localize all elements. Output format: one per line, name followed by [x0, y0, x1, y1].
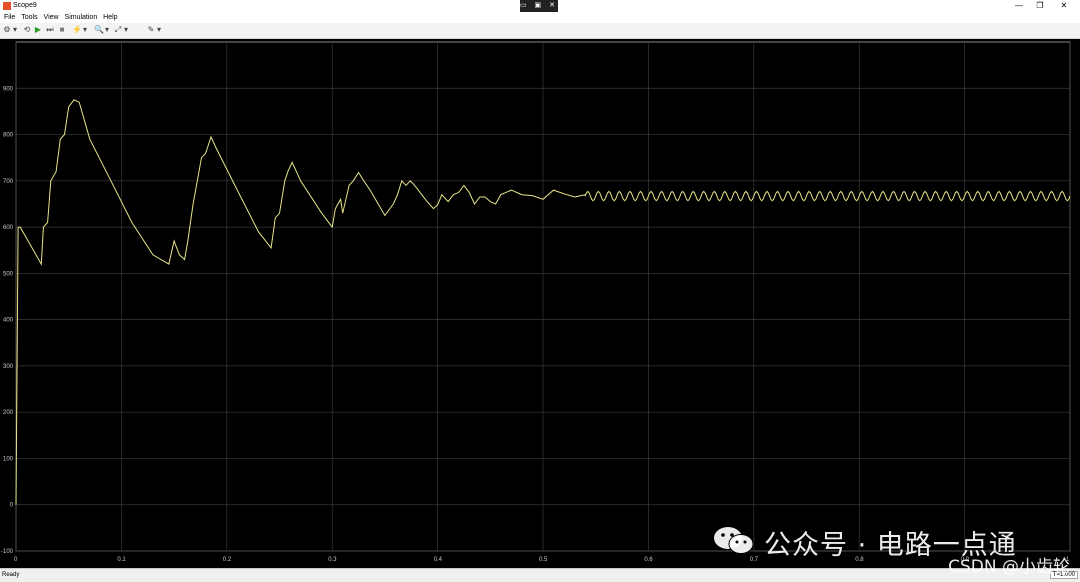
style-icon[interactable]: ✎: [146, 25, 156, 35]
menu-help[interactable]: Help: [103, 12, 117, 23]
zoom-icon[interactable]: 🔍: [94, 25, 104, 35]
scope-plot[interactable]: 0 0.1 0.2 0.3 0.4 0.5 0.6 0.7 0.8 0.9 1 -100 0 100 200…: [0, 39, 1080, 568]
chevron-down-icon[interactable]: ▾: [156, 25, 162, 35]
menu-bar: File Tools View Simulation Help: [0, 12, 1080, 23]
menu-file[interactable]: File: [4, 12, 15, 23]
snap-controls[interactable]: ▭ ▣ ✕: [520, 0, 558, 12]
chevron-down-icon[interactable]: ▾: [104, 25, 110, 35]
restore-button[interactable]: ❐: [1033, 1, 1047, 10]
x-tick-label: 0.1: [117, 557, 126, 563]
x-tick-label: 0.3: [328, 557, 337, 563]
menu-view[interactable]: View: [44, 12, 59, 23]
y-tick-label: 400: [3, 318, 14, 324]
y-tick-label: 500: [3, 271, 14, 277]
y-tick-label: 300: [3, 364, 14, 370]
x-tick-label: 0.6: [644, 557, 653, 563]
step-forward-icon[interactable]: ⏭: [45, 25, 55, 35]
chevron-down-icon[interactable]: ▾: [123, 25, 129, 35]
y-tick-label: 0: [10, 503, 14, 509]
run-icon[interactable]: ▶: [33, 25, 43, 35]
menu-simulation[interactable]: Simulation: [65, 12, 98, 23]
close-button[interactable]: ✕: [1057, 1, 1071, 10]
minimize-button[interactable]: —: [1012, 1, 1026, 10]
autoscale-icon[interactable]: ⤢: [113, 25, 123, 35]
x-tick-label: 0.4: [434, 557, 443, 563]
menu-tools[interactable]: Tools: [21, 12, 37, 23]
window-title: Scope9: [13, 2, 37, 9]
x-tick-label: 0: [14, 557, 18, 563]
step-back-icon[interactable]: ⟲: [22, 25, 32, 35]
title-bar: Scope9 ▭ ▣ ✕ — ❐ ✕: [0, 0, 1080, 12]
wechat-icon: [714, 527, 754, 554]
x-tick-label: 0.2: [223, 557, 232, 563]
highlight-icon[interactable]: ⚡: [72, 25, 82, 35]
status-text: Ready: [2, 572, 20, 578]
y-tick-label: 900: [3, 86, 14, 92]
stop-icon[interactable]: ■: [57, 25, 67, 35]
y-tick-label: 800: [3, 133, 14, 139]
y-tick-label: -100: [1, 549, 14, 555]
watermark: 公众号 · 电路一点通 CSDN @小齿轮: [712, 521, 1072, 577]
settings-icon[interactable]: ⚙: [2, 25, 12, 35]
watermark-author: CSDN @小齿轮: [948, 557, 1070, 577]
chevron-down-icon[interactable]: ▾: [12, 25, 18, 35]
scope-chart: 0 0.1 0.2 0.3 0.4 0.5 0.6 0.7 0.8 0.9 1-1000100200…: [1, 41, 1071, 563]
y-tick-label: 700: [3, 179, 14, 185]
x-tick-label: 0.5: [539, 557, 548, 563]
chevron-down-icon[interactable]: ▾: [82, 25, 88, 35]
y-tick-label: 200: [3, 410, 14, 416]
y-tick-label: 100: [3, 456, 14, 462]
toolbar: ⚙ ▾ ⟲ ▶ ⏭ ■ ⚡ ▾ 🔍 ▾ ⤢ ▾ ✎ ▾: [0, 23, 1080, 39]
scope-app-icon: [3, 2, 11, 10]
y-tick-label: 600: [3, 225, 14, 231]
